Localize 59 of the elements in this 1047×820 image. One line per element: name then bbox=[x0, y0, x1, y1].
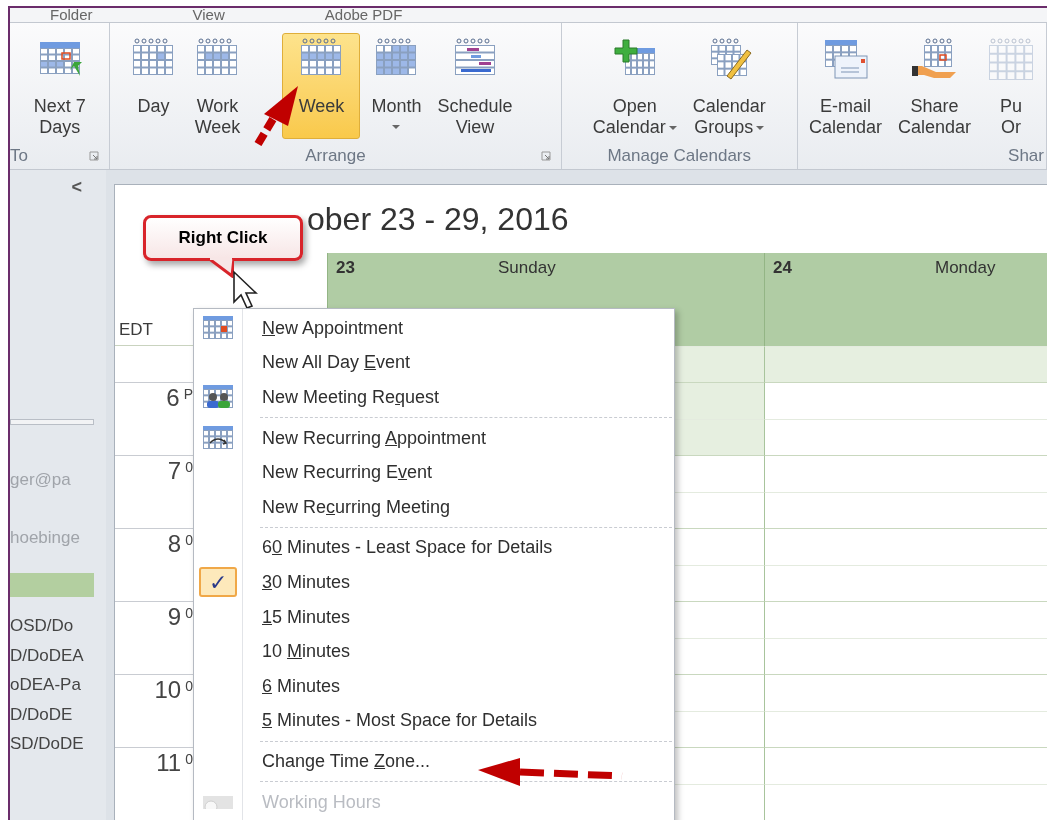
ribbon-button[interactable]: Next 7 Days bbox=[28, 33, 91, 139]
pointing-arrow bbox=[254, 84, 300, 146]
check-mark: ✓ bbox=[199, 567, 237, 598]
day-number: 23 bbox=[335, 257, 356, 280]
group-label: To bbox=[10, 145, 28, 168]
hour-label: 6 $^{P}$ bbox=[165, 383, 193, 413]
menu-item[interactable]: 15 Minutes bbox=[262, 603, 351, 631]
group-label: Shar bbox=[1008, 145, 1044, 168]
menu-item[interactable]: 30 Minutes bbox=[262, 568, 351, 596]
menu-item[interactable]: New Appointment bbox=[262, 314, 404, 342]
day-name: Sunday bbox=[498, 257, 556, 280]
dialog-launcher-icon[interactable] bbox=[540, 151, 551, 161]
menu-item[interactable]: New Recurring Appointment bbox=[262, 424, 487, 452]
calendar-icon bbox=[987, 36, 1035, 82]
menu-item[interactable]: 60 Minutes - Least Space for Details bbox=[262, 534, 553, 562]
hour-label: 11 $^{0}$ bbox=[155, 748, 193, 778]
menu-item[interactable]: 10 Minutes bbox=[262, 638, 351, 666]
calendar-icon bbox=[202, 315, 234, 342]
hour-label: 7 $^{0}$ bbox=[166, 456, 193, 486]
folder-item[interactable]: SD/DoDE bbox=[10, 731, 106, 761]
folder-item[interactable]: oDEA-Pa bbox=[10, 672, 106, 702]
menu-item[interactable]: New All Day Event bbox=[262, 349, 411, 377]
hour-label: 8 $^{0}$ bbox=[166, 529, 193, 559]
ribbon-button[interactable]: Calendar Groups bbox=[687, 33, 771, 139]
ribbon-button[interactable]: Week bbox=[282, 33, 361, 139]
clock-calendar-icon bbox=[202, 795, 234, 809]
menu-item[interactable]: 5 Minutes - Most Space for Details bbox=[262, 707, 538, 735]
ribbon-tab[interactable]: View bbox=[192, 8, 225, 22]
day-number: 24 bbox=[772, 257, 793, 280]
recurring-calendar-icon bbox=[202, 425, 234, 452]
menu-item[interactable]: 6 Minutes bbox=[262, 672, 341, 700]
ribbon-button[interactable]: Open Calendar bbox=[587, 33, 682, 139]
menu-item[interactable]: Change Time Zone... bbox=[262, 747, 431, 775]
folder-item[interactable]: D/DoDEA bbox=[10, 642, 106, 672]
date-range-title: ober 23 - 29, 2016 bbox=[307, 200, 569, 240]
ribbon-tab[interactable]: Adobe PDF bbox=[324, 8, 403, 22]
hour-label: 9 $^{0}$ bbox=[166, 602, 193, 632]
hour-label: 10 $^{0}$ bbox=[153, 675, 193, 705]
day-name: Monday bbox=[935, 257, 996, 280]
folder-item[interactable]: OSD/Do bbox=[10, 613, 106, 643]
ribbon-button[interactable]: Share Calendar bbox=[892, 33, 976, 139]
menu-item[interactable]: New Recurring Event bbox=[262, 459, 433, 487]
ribbon-button[interactable]: Work Week bbox=[188, 33, 247, 139]
menu-item[interactable]: New Recurring Meeting bbox=[262, 493, 451, 521]
group-label: Arrange bbox=[305, 145, 366, 168]
collapse-button[interactable]: < bbox=[71, 174, 82, 201]
people-calendar-icon bbox=[202, 384, 234, 411]
ribbon-button[interactable]: Day bbox=[124, 33, 183, 139]
ribbon-tab[interactable]: Folder bbox=[50, 8, 93, 22]
ribbon-button[interactable]: Month bbox=[366, 33, 427, 139]
ribbon-button[interactable]: E-mail Calendar bbox=[803, 33, 887, 139]
menu-item[interactable]: New Meeting Request bbox=[262, 384, 440, 411]
ribbon-button[interactable]: Schedule View bbox=[432, 33, 518, 139]
dialog-launcher-icon[interactable] bbox=[89, 151, 100, 161]
ribbon-button[interactable]: Pu Or bbox=[982, 33, 1040, 139]
callout-tail-icon bbox=[208, 258, 234, 278]
folder-item[interactable]: D/DoDE bbox=[10, 701, 106, 731]
group-label: Manage Calendars bbox=[607, 145, 752, 168]
timezone-label: EDT bbox=[118, 319, 153, 341]
